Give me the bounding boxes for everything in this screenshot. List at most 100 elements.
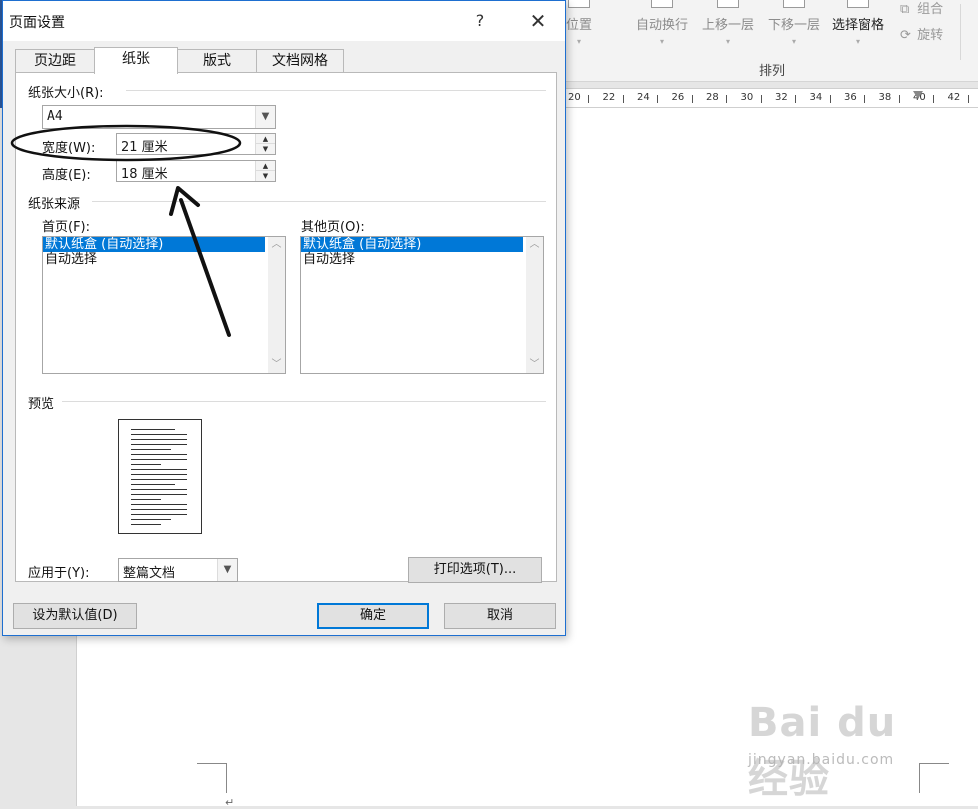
preview-text-line bbox=[131, 514, 187, 515]
print-options-button[interactable]: 打印选项(T)... bbox=[408, 557, 542, 583]
ruler-tick-mark bbox=[933, 95, 934, 103]
list-item[interactable]: 自动选择 bbox=[301, 252, 523, 267]
width-spinner[interactable]: 21 厘米 ▲ ▼ bbox=[116, 133, 276, 155]
height-increment-icon[interactable]: ▲ bbox=[256, 161, 275, 171]
height-label: 高度(E): bbox=[42, 168, 91, 183]
chevron-down-icon[interactable]: ▼ bbox=[255, 106, 275, 128]
chevron-down-icon[interactable]: ▼ bbox=[217, 559, 237, 581]
ribbon-button-3[interactable]: 下移一层 ▾ bbox=[768, 0, 820, 62]
tab-paper[interactable]: 纸张 bbox=[94, 47, 178, 74]
ribbon-button-label: 上移一层 bbox=[702, 18, 755, 33]
scroll-down-icon[interactable]: ﹀ bbox=[526, 357, 543, 373]
preview-label: 预览 bbox=[28, 397, 55, 412]
ruler-tick-label: 30 bbox=[740, 92, 754, 103]
cancel-button[interactable]: 取消 bbox=[444, 603, 556, 629]
ribbon-icon bbox=[568, 0, 590, 8]
close-button[interactable]: ✕ bbox=[515, 1, 561, 41]
ruler-tick-label: 24 bbox=[637, 92, 650, 103]
scroll-up-icon[interactable]: ︿ bbox=[526, 237, 543, 253]
ruler-tick-mark bbox=[622, 95, 624, 103]
preview-text-line bbox=[131, 454, 187, 455]
ruler-tick-label: 26 bbox=[671, 92, 685, 103]
ribbon-button-2[interactable]: 上移一层 ▾ bbox=[702, 0, 754, 62]
preview-text-line bbox=[131, 479, 187, 480]
ruler-tick-label: 42 bbox=[947, 92, 961, 103]
scrollbar[interactable]: ︿ ﹀ bbox=[526, 237, 543, 373]
tab-margins[interactable]: 页边距 bbox=[15, 49, 95, 73]
height-decrement-icon[interactable]: ▼ bbox=[256, 171, 275, 181]
rotate-button[interactable]: ⟳ 旋转 bbox=[900, 24, 943, 43]
scroll-down-icon[interactable]: ﹀ bbox=[268, 357, 285, 373]
preview-text-line bbox=[131, 439, 187, 440]
list-item[interactable]: 自动选择 bbox=[43, 252, 265, 267]
ruler-tick-label: 22 bbox=[602, 92, 616, 103]
ribbon-button-label: 位置 bbox=[566, 18, 593, 33]
tab-layout[interactable]: 版式 bbox=[177, 49, 257, 73]
ruler-tick-mark bbox=[795, 95, 796, 103]
ruler-tick-mark bbox=[588, 95, 589, 103]
watermark-url: jingyan.baidu.com bbox=[748, 752, 895, 768]
ruler-tick-label: 32 bbox=[775, 92, 788, 103]
ribbon-group-label: 排列 bbox=[758, 64, 785, 79]
baidu-watermark: Bai du 经验 jingyan.baidu.com bbox=[748, 700, 938, 802]
ribbon-button-4[interactable]: 选择窗格 ▾ bbox=[832, 0, 884, 62]
help-button[interactable]: ? bbox=[463, 1, 497, 41]
preview-text-line bbox=[131, 464, 161, 465]
ruler-tick-label: 20 bbox=[568, 92, 581, 103]
width-value[interactable]: 21 厘米 bbox=[121, 136, 168, 155]
right-indent-marker[interactable] bbox=[913, 91, 923, 99]
ribbon-separator bbox=[960, 4, 961, 60]
preview-text-line bbox=[131, 469, 187, 470]
height-value[interactable]: 18 厘米 bbox=[121, 163, 168, 182]
ruler-tick-mark bbox=[726, 95, 727, 103]
group-icon: ⧉ bbox=[900, 2, 910, 17]
preview-text-line bbox=[131, 429, 175, 430]
chevron-down-icon: ▾ bbox=[660, 37, 665, 46]
dialog-title: 页面设置 bbox=[9, 15, 65, 31]
preview-text-line bbox=[131, 474, 187, 475]
preview-text-line bbox=[131, 489, 187, 490]
preview-text-line bbox=[131, 434, 187, 435]
list-item[interactable]: 默认纸盒 (自动选择) bbox=[301, 237, 523, 252]
other-pages-label: 其他页(O): bbox=[301, 220, 365, 235]
list-item[interactable]: 默认纸盒 (自动选择) bbox=[43, 237, 265, 252]
width-increment-icon[interactable]: ▲ bbox=[256, 134, 275, 144]
first-page-tray-list[interactable]: 默认纸盒 (自动选择) 自动选择 ︿ ﹀ bbox=[42, 236, 286, 374]
other-pages-tray-list[interactable]: 默认纸盒 (自动选择) 自动选择 ︿ ﹀ bbox=[300, 236, 544, 374]
preview-text-line bbox=[131, 504, 187, 505]
ruler-tick-label: 36 bbox=[844, 92, 857, 103]
tab-document-grid[interactable]: 文档网格 bbox=[256, 49, 344, 73]
preview-text-line bbox=[131, 449, 171, 450]
ribbon-button-label: 自动换行 bbox=[636, 18, 689, 33]
section-divider bbox=[126, 90, 546, 91]
ribbon-icon bbox=[717, 0, 739, 8]
height-spinner[interactable]: 18 厘米 ▲ ▼ bbox=[116, 160, 276, 182]
ribbon-button-0[interactable]: 位置 ▾ bbox=[566, 0, 592, 62]
apply-to-select[interactable]: 整篇文档 ▼ bbox=[118, 558, 238, 582]
ruler-tick-label: 34 bbox=[809, 92, 823, 103]
preview-text-line bbox=[131, 494, 187, 495]
ribbon-button-1[interactable]: 自动换行 ▾ bbox=[636, 0, 688, 62]
scrollbar[interactable]: ︿ ﹀ bbox=[268, 237, 285, 373]
ruler-tick-mark bbox=[829, 95, 831, 103]
preview-text-line bbox=[131, 459, 187, 460]
dialog-titlebar[interactable]: 页面设置 ? ✕ bbox=[3, 1, 565, 41]
ruler-tick-label: 28 bbox=[706, 92, 719, 103]
ok-button[interactable]: 确定 bbox=[317, 603, 429, 629]
chevron-down-icon: ▾ bbox=[577, 37, 582, 46]
ribbon-arrange-group: 位置 ▾ 自动换行 ▾ 上移一层 ▾ 下移一层 ▾ 选择窗格 ▾ ⧉ 组合 ⟳ 旋转 排列 bbox=[566, 0, 978, 82]
horizontal-ruler[interactable]: 20 22 24 26 28 30 32 34 36 38 40 42 bbox=[566, 88, 978, 108]
ribbon-icon bbox=[651, 0, 673, 8]
paper-size-value: A4 bbox=[47, 109, 63, 124]
ruler-tick-label: 38 bbox=[878, 92, 892, 103]
ribbon-button-label: 下移一层 bbox=[768, 18, 821, 33]
paper-size-select[interactable]: A4 ▼ bbox=[42, 105, 276, 129]
scroll-up-icon[interactable]: ︿ bbox=[268, 237, 285, 253]
width-decrement-icon[interactable]: ▼ bbox=[256, 144, 275, 154]
apply-to-label: 应用于(Y): bbox=[28, 566, 90, 581]
set-default-button[interactable]: 设为默认值(D) bbox=[13, 603, 137, 629]
chevron-down-icon: ▾ bbox=[856, 37, 861, 46]
preview-text-line bbox=[131, 444, 187, 445]
group-button[interactable]: ⧉ 组合 bbox=[900, 0, 943, 17]
paper-size-label: 纸张大小(R): bbox=[28, 86, 104, 101]
